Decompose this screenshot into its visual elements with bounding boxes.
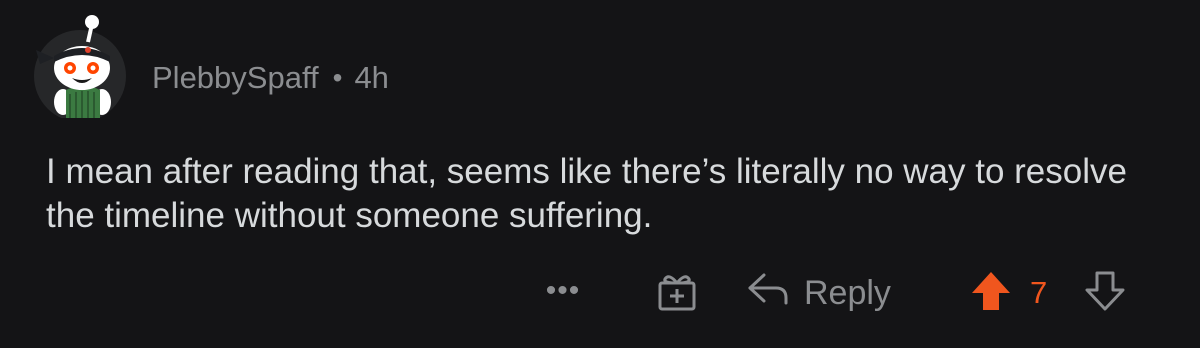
comment-meta: PlebbySpaff • 4h bbox=[152, 58, 389, 98]
award-button[interactable] bbox=[652, 270, 702, 316]
meta-separator: • bbox=[332, 62, 343, 93]
timestamp: 4h bbox=[354, 60, 389, 95]
comment-actions: ••• Reply 7 bbox=[0, 262, 1200, 322]
gift-icon bbox=[655, 269, 699, 318]
snoo-avatar-icon[interactable] bbox=[30, 14, 130, 122]
comment: PlebbySpaff • 4h I mean after reading th… bbox=[0, 0, 1200, 348]
upvote-arrow-icon bbox=[969, 269, 1013, 318]
reply-label: Reply bbox=[804, 273, 891, 312]
upvote-button[interactable] bbox=[968, 270, 1014, 316]
more-options-button[interactable]: ••• bbox=[540, 274, 586, 307]
downvote-button[interactable] bbox=[1082, 270, 1128, 316]
downvote-arrow-icon bbox=[1083, 269, 1127, 318]
vote-score: 7 bbox=[1030, 275, 1048, 310]
reply-button[interactable]: Reply bbox=[746, 268, 891, 318]
reply-arrow-icon bbox=[746, 271, 804, 316]
comment-body: I mean after reading that, seems like th… bbox=[46, 152, 1127, 235]
username[interactable]: PlebbySpaff bbox=[152, 60, 319, 96]
